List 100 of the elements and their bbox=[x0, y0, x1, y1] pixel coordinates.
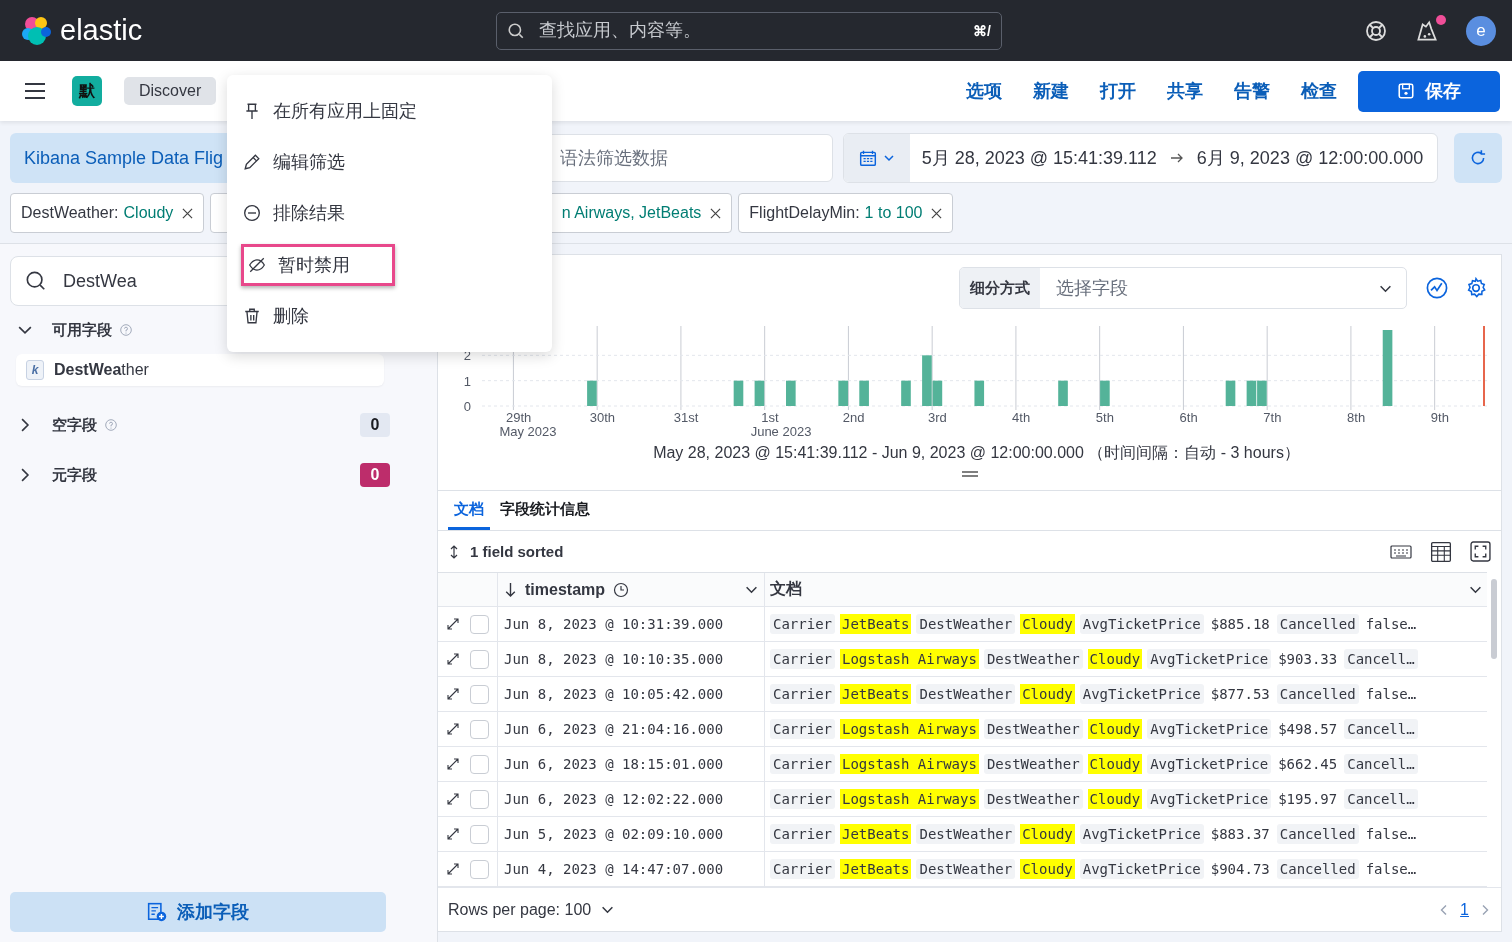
field-section-header[interactable]: 空字段 0 bbox=[10, 400, 390, 450]
nav-link[interactable]: 告警 bbox=[1234, 79, 1270, 103]
row-checkbox[interactable] bbox=[470, 614, 489, 634]
row-checkbox[interactable] bbox=[470, 754, 489, 774]
field-value: Logstash Airways bbox=[840, 719, 979, 740]
resize-handle-icon[interactable] bbox=[961, 470, 978, 479]
filter-pill[interactable]: DestWeather: Cloudy bbox=[10, 193, 205, 233]
filter-value: Cloudy bbox=[123, 204, 174, 222]
add-field-icon bbox=[147, 902, 167, 922]
field-key: DestWeather bbox=[983, 719, 1083, 740]
field-key: DestWeather bbox=[916, 859, 1016, 880]
expand-icon[interactable] bbox=[446, 792, 460, 807]
field-search-input[interactable]: DestWea bbox=[61, 269, 215, 293]
nav-link[interactable]: 新建 bbox=[1033, 79, 1069, 103]
chart-options-icon[interactable] bbox=[1425, 276, 1449, 300]
histogram-bar[interactable] bbox=[733, 380, 744, 406]
histogram-bar[interactable] bbox=[1225, 380, 1236, 406]
histogram-bar[interactable] bbox=[901, 380, 911, 406]
add-field-button[interactable]: 添加字段 bbox=[10, 892, 386, 932]
filter-pill[interactable]: FlightDelayMin: 1 to 100 bbox=[738, 193, 954, 233]
breadcrumb[interactable]: Discover bbox=[124, 77, 217, 105]
help-icon[interactable] bbox=[1364, 18, 1388, 43]
row-checkbox[interactable] bbox=[470, 789, 489, 809]
scrollbar[interactable] bbox=[1491, 579, 1497, 660]
page-link[interactable]: 1 bbox=[1460, 900, 1469, 919]
field-key: Cancelled bbox=[1276, 614, 1359, 635]
row-checkbox[interactable] bbox=[470, 649, 489, 669]
nav-link[interactable]: 选项 bbox=[966, 79, 1002, 103]
histogram-bar[interactable] bbox=[1382, 330, 1393, 406]
histogram-bar[interactable] bbox=[859, 380, 869, 406]
field-value: $903.33 bbox=[1277, 650, 1339, 670]
row-checkbox[interactable] bbox=[470, 719, 489, 739]
expand-icon[interactable] bbox=[446, 757, 460, 772]
histogram-bar[interactable] bbox=[754, 380, 765, 406]
expand-icon[interactable] bbox=[446, 722, 460, 737]
row-checkbox[interactable] bbox=[470, 824, 489, 844]
menu-item[interactable]: 暂时禁用 bbox=[241, 244, 395, 286]
field-key: Carrier bbox=[770, 824, 835, 845]
nav-link[interactable]: 打开 bbox=[1100, 79, 1136, 103]
expand-icon[interactable] bbox=[446, 687, 460, 702]
refresh-button[interactable] bbox=[1454, 133, 1502, 183]
fullscreen-icon[interactable] bbox=[1470, 541, 1491, 563]
quick-select-button[interactable] bbox=[843, 134, 910, 182]
timestamp-cell: Jun 8, 2023 @ 10:05:42.000 bbox=[498, 677, 765, 712]
field-key: DestWeather bbox=[916, 824, 1016, 845]
menu-icon[interactable] bbox=[24, 82, 46, 100]
field-key: DestWeather bbox=[916, 614, 1016, 635]
histogram-bar[interactable] bbox=[1100, 380, 1110, 406]
histogram-bar[interactable] bbox=[1246, 380, 1257, 406]
timestamp-cell: Jun 6, 2023 @ 18:15:01.000 bbox=[498, 747, 765, 782]
field-key: Cancell… bbox=[1344, 719, 1418, 740]
keyboard-icon[interactable] bbox=[1390, 543, 1412, 560]
field-section-header[interactable]: 元字段 0 bbox=[10, 450, 390, 500]
field-key: AvgTicketPrice bbox=[1079, 824, 1204, 845]
histogram-bar[interactable] bbox=[838, 380, 848, 406]
menu-item[interactable]: 排除结果 bbox=[239, 187, 355, 239]
save-button[interactable]: 保存 bbox=[1358, 70, 1500, 112]
expand-icon[interactable] bbox=[446, 827, 460, 842]
nav-link[interactable]: 检查 bbox=[1301, 79, 1337, 103]
start-date[interactable]: 5月 28, 2023 @ 15:41:39.112 bbox=[921, 146, 1157, 170]
axis-tick-label: 7th bbox=[1263, 410, 1282, 425]
brand-name: elastic bbox=[60, 14, 143, 47]
column-header[interactable]: timestamp bbox=[525, 580, 606, 599]
row-checkbox[interactable] bbox=[470, 859, 489, 879]
field-item[interactable]: k DestWeather bbox=[16, 354, 384, 386]
tab[interactable]: 字段统计信息 bbox=[494, 491, 596, 531]
sort-icon[interactable] bbox=[448, 544, 460, 559]
breakdown-select[interactable]: 细分方式 选择字段 bbox=[959, 267, 1407, 309]
global-search-field[interactable]: 查找应用、内容等。 ⌘/ bbox=[496, 11, 1002, 50]
columns-icon[interactable] bbox=[1430, 540, 1452, 563]
histogram-bar[interactable] bbox=[974, 380, 985, 406]
histogram-bar[interactable] bbox=[587, 380, 597, 406]
expand-icon[interactable] bbox=[446, 617, 460, 632]
expand-icon[interactable] bbox=[446, 652, 460, 667]
sort-summary[interactable]: 1 field sorted bbox=[470, 543, 564, 561]
axis-tick-label: 5th bbox=[1095, 410, 1114, 425]
search-input[interactable]: 查找应用、内容等。 bbox=[537, 19, 962, 42]
histogram-bar[interactable] bbox=[786, 380, 796, 406]
end-date[interactable]: 6月 9, 2023 @ 12:00:00.000 bbox=[1196, 146, 1424, 170]
close-icon[interactable] bbox=[710, 207, 722, 219]
tab[interactable]: 文档 bbox=[448, 491, 490, 531]
row-checkbox[interactable] bbox=[470, 684, 489, 704]
menu-item[interactable]: 编辑筛选 bbox=[239, 136, 355, 188]
space-avatar[interactable]: 默 bbox=[72, 76, 102, 106]
expand-icon[interactable] bbox=[446, 862, 460, 877]
data-view-picker[interactable]: Kibana Sample Data Flig bbox=[10, 133, 227, 183]
histogram-bar[interactable] bbox=[932, 380, 943, 406]
column-header[interactable]: 文档 bbox=[770, 579, 802, 601]
field-value: Cloudy bbox=[1087, 649, 1143, 670]
field-value: Cloudy bbox=[1020, 684, 1075, 705]
chart-caption: May 28, 2023 @ 15:41:39.112 - Jun 9, 2023 @ 12:00:00.000 （时间间隔：自动 - 3 hours） bbox=[652, 443, 1301, 463]
histogram-bar[interactable] bbox=[1257, 380, 1267, 406]
nav-link[interactable]: 共享 bbox=[1167, 79, 1203, 103]
rows-per-page-selector[interactable]: Rows per page: 100 bbox=[448, 900, 592, 919]
close-icon[interactable] bbox=[182, 207, 194, 219]
histogram-bar[interactable] bbox=[922, 355, 932, 406]
close-icon[interactable] bbox=[931, 207, 943, 219]
settings-icon[interactable] bbox=[1465, 277, 1487, 299]
histogram-bar[interactable] bbox=[1058, 380, 1068, 406]
menu-item[interactable]: 在所有应用上固定 bbox=[239, 85, 427, 137]
